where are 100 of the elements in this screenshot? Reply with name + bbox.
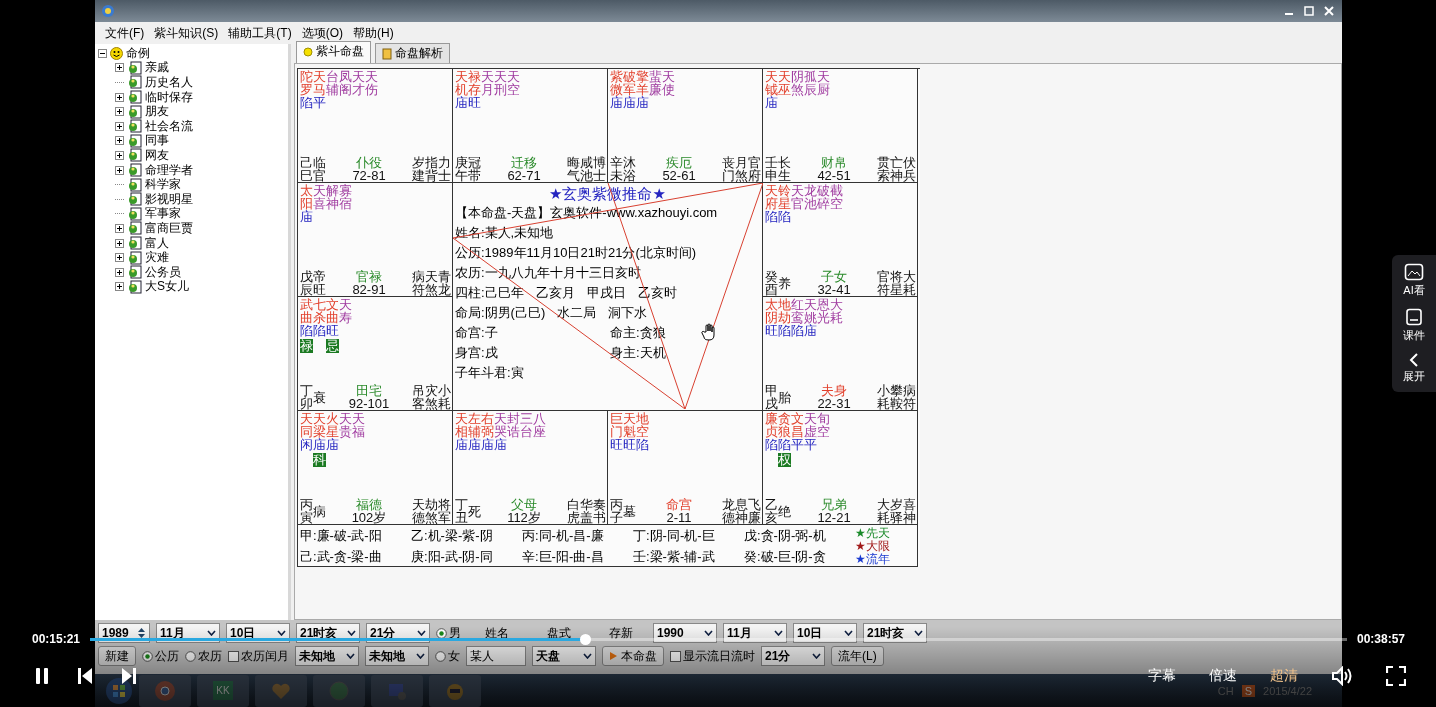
transform-rule: 辛:巨-阳-曲-昌 — [522, 548, 605, 566]
tree-item[interactable]: 命例 — [126, 44, 150, 62]
player-option[interactable]: 字幕 — [1148, 667, 1176, 685]
menu-item[interactable]: 帮助(H) — [353, 24, 394, 42]
expand-icon[interactable] — [115, 121, 124, 131]
chart-info: 身主:天机 — [610, 344, 666, 362]
document-icon — [127, 192, 142, 207]
star-name: 天寿 — [339, 298, 352, 324]
menu-item[interactable]: 选项(O) — [301, 24, 343, 42]
tab[interactable]: 命盘解析 — [375, 43, 450, 63]
radio-button[interactable] — [142, 650, 153, 662]
transform-rule: 甲:廉-破-武-阳 — [300, 527, 383, 545]
skip-back-icon[interactable] — [77, 667, 93, 685]
deity-label: 息神 — [735, 498, 748, 524]
expand-icon[interactable] — [115, 267, 124, 277]
star-name: 天钺 — [765, 70, 778, 96]
year-spinner[interactable]: 1989 — [98, 623, 150, 643]
stem-branch: 甲戌 — [765, 384, 778, 410]
expand-icon[interactable] — [115, 253, 124, 263]
legend-label: 大限 — [865, 540, 890, 553]
tree-item[interactable]: 大S女儿 — [145, 278, 189, 296]
dropdown[interactable]: 11月 — [156, 623, 220, 643]
star-brightness: 庙 — [765, 96, 778, 110]
dropdown[interactable]: 10日 — [226, 623, 290, 643]
spin-arrows-icon[interactable] — [137, 626, 146, 640]
dropdown[interactable]: 天盘 — [532, 646, 596, 666]
fullscreen-icon[interactable] — [1386, 666, 1406, 686]
dropdown[interactable]: 未知地 — [365, 646, 429, 666]
expand-icon[interactable] — [115, 282, 124, 292]
form-button[interactable]: 新建 — [98, 646, 136, 666]
expand-icon[interactable] — [115, 165, 124, 175]
star-name: 地劫 — [778, 298, 791, 324]
collapse-icon[interactable] — [98, 48, 107, 58]
checkbox[interactable] — [670, 650, 681, 662]
dropdown[interactable]: 1990 — [653, 623, 717, 643]
star-name: 八座 — [533, 412, 546, 438]
document-icon — [127, 60, 142, 75]
dropdown[interactable]: 10日 — [793, 623, 857, 643]
deity-label: 伏兵 — [903, 156, 916, 182]
checkbox-label: 显示流日流时 — [683, 647, 755, 665]
caret-icon — [346, 653, 355, 659]
expand-icon[interactable] — [115, 107, 124, 117]
checkbox[interactable] — [228, 650, 239, 662]
expand-icon[interactable] — [115, 136, 124, 146]
star-name: 天厨 — [817, 70, 830, 96]
name-field[interactable]: 某人 — [466, 646, 526, 666]
caret-icon — [583, 653, 592, 659]
skip-forward-icon[interactable] — [121, 667, 137, 685]
play-icon — [609, 651, 618, 661]
growth-stage: 帝旺 — [313, 270, 326, 296]
menu-item[interactable]: 文件(F) — [105, 24, 145, 42]
radio-button[interactable] — [185, 650, 196, 662]
expand-icon[interactable] — [115, 92, 124, 102]
menu-item[interactable]: 紫斗知识(S) — [154, 24, 219, 42]
radio-button[interactable] — [436, 627, 447, 639]
deity-label: 岁驿 — [890, 498, 903, 524]
volume-icon[interactable] — [1331, 666, 1353, 686]
age-range: 22-31 — [817, 397, 851, 410]
progress-thumb[interactable] — [580, 633, 592, 645]
close-icon[interactable] — [1322, 4, 1336, 18]
side-panel-item[interactable]: 展开 — [1392, 353, 1436, 384]
chart-info: 农历:一九八九年十月十三日亥时 — [455, 264, 641, 282]
tab[interactable]: 紫斗命盘 — [296, 41, 371, 63]
side-panel-item[interactable]: AI看 — [1392, 263, 1436, 298]
tree-item[interactable]: 富人 — [145, 234, 169, 252]
pause-icon[interactable] — [35, 667, 49, 685]
expand-icon[interactable] — [115, 150, 124, 160]
star-brightness: 平 — [791, 438, 804, 452]
star-marker: ★ — [855, 553, 866, 566]
chart-button[interactable]: 本命盘 — [602, 646, 664, 666]
start-button-icon[interactable] — [105, 676, 133, 705]
age-range: 72-81 — [352, 169, 386, 182]
age-range: 92-101 — [348, 397, 390, 410]
expand-icon[interactable] — [115, 238, 124, 248]
tree-item[interactable]: 亲戚 — [145, 59, 169, 77]
dropdown[interactable]: 21分 — [761, 646, 825, 666]
star-name: 天虚 — [804, 412, 817, 438]
document-icon — [127, 90, 142, 105]
stem-branch: 丁丑 — [455, 498, 468, 524]
tree-item[interactable]: 命理学者 — [145, 161, 193, 179]
radio-button[interactable] — [435, 650, 446, 662]
dropdown[interactable]: 21分 — [366, 623, 430, 643]
dropdown[interactable]: 未知地 — [295, 646, 359, 666]
form-button[interactable]: 流年(L) — [831, 646, 884, 666]
dropdown[interactable]: 21时亥 — [863, 623, 927, 643]
tree-item[interactable]: 临时保存 — [145, 88, 193, 106]
deity-label: 咸池 — [580, 156, 593, 182]
expand-icon[interactable] — [115, 223, 124, 233]
player-option[interactable]: 超清 — [1270, 667, 1298, 685]
side-panel-item[interactable]: 课件 — [1392, 308, 1436, 343]
player-option[interactable]: 倍速 — [1209, 667, 1237, 685]
dropdown[interactable]: 11月 — [723, 623, 787, 643]
star-brightness: 庙 — [468, 438, 481, 452]
star-name: 天机 — [455, 70, 468, 96]
menu-item[interactable]: 辅助工具(T) — [228, 24, 292, 42]
radio-label: 女 — [448, 647, 460, 665]
maximize-icon[interactable] — [1302, 4, 1316, 18]
tree-item[interactable]: 历史名人 — [145, 74, 193, 91]
expand-icon[interactable] — [115, 63, 124, 73]
chevron-left-icon — [1408, 353, 1420, 367]
